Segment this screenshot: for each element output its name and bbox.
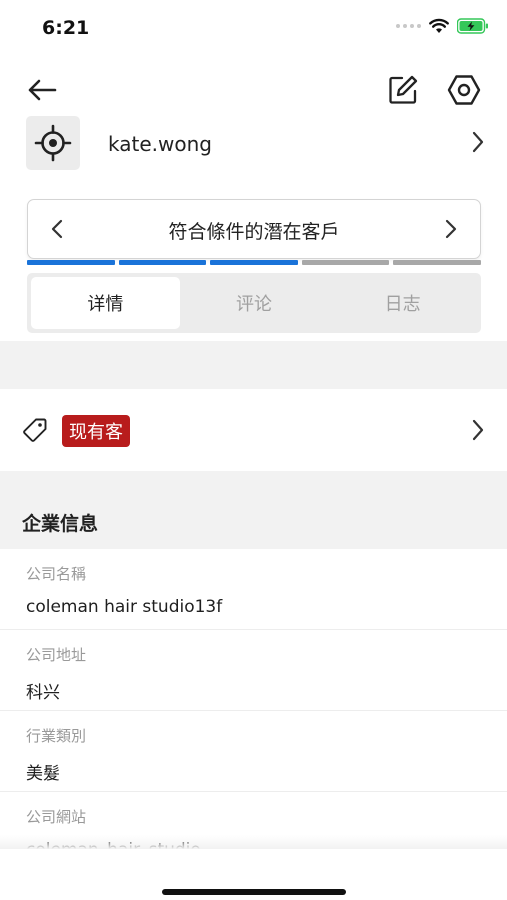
stage-label: 符合條件的潛在客戶 xyxy=(168,221,340,243)
chevron-right-icon xyxy=(472,419,484,441)
section-title: 企業信息 xyxy=(22,513,99,535)
user-name: kate.wong xyxy=(108,132,212,156)
back-button[interactable] xyxy=(22,70,62,110)
stage-progress-segment xyxy=(210,260,298,265)
field-value: 美髮 xyxy=(26,764,60,784)
crosshair-icon xyxy=(34,124,72,162)
wifi-icon xyxy=(429,18,449,33)
field-label: 公司地址 xyxy=(26,646,87,664)
arrow-left-icon xyxy=(28,79,57,101)
chevron-right-icon xyxy=(472,131,484,153)
section-divider xyxy=(0,341,507,389)
stage-progress-segment xyxy=(118,260,207,265)
field-industry: 行業類別 美髮 xyxy=(0,711,507,792)
field-value: coleman hair studio13f xyxy=(26,597,223,617)
stage-prev-button[interactable] xyxy=(42,214,72,244)
stage-progress-segment xyxy=(393,260,481,265)
field-label: 公司名稱 xyxy=(26,565,87,583)
signal-dots-icon xyxy=(396,24,421,28)
section-header: 企業信息 xyxy=(0,471,507,549)
bottom-area xyxy=(0,849,507,900)
stage-next-button[interactable] xyxy=(436,214,466,244)
field-label: 行業類別 xyxy=(26,727,87,745)
tab-comments[interactable]: 评论 xyxy=(180,277,329,329)
home-indicator[interactable] xyxy=(162,889,346,895)
user-row[interactable]: kate.wong xyxy=(0,116,507,174)
stage-selector: 符合條件的潛在客戶 xyxy=(27,199,481,259)
field-value: 科兴 xyxy=(26,683,60,703)
edit-icon xyxy=(389,75,418,104)
field-label: 公司網站 xyxy=(26,808,87,826)
status-icons xyxy=(396,18,489,34)
customer-status-badge: 现有客 xyxy=(62,415,130,447)
avatar xyxy=(26,116,80,170)
hexagon-settings-icon xyxy=(447,75,481,105)
stage-progress-segment xyxy=(27,260,115,265)
tab-logs[interactable]: 日志 xyxy=(328,277,477,329)
stage-progress-bar xyxy=(27,260,481,265)
tag-icon xyxy=(23,418,47,442)
field-company-address: 公司地址 科兴 xyxy=(0,630,507,711)
nav-bar xyxy=(0,60,507,116)
field-company-name: 公司名稱 coleman hair studio13f xyxy=(0,549,507,630)
stage-progress-segment xyxy=(301,260,390,265)
status-bar: 6:21 xyxy=(0,0,507,58)
status-time: 6:21 xyxy=(42,17,90,39)
chevron-right-icon xyxy=(445,219,457,239)
tab-details[interactable]: 详情 xyxy=(31,277,180,329)
company-info-list: 公司名稱 coleman hair studio13f 公司地址 科兴 行業類別… xyxy=(0,549,507,849)
settings-button[interactable] xyxy=(444,70,484,110)
chevron-left-icon xyxy=(51,219,63,239)
battery-charging-icon xyxy=(457,18,488,34)
edit-button[interactable] xyxy=(383,70,423,110)
tab-bar: 详情 评论 日志 xyxy=(27,273,481,333)
tag-row[interactable]: 现有客 xyxy=(0,389,507,471)
